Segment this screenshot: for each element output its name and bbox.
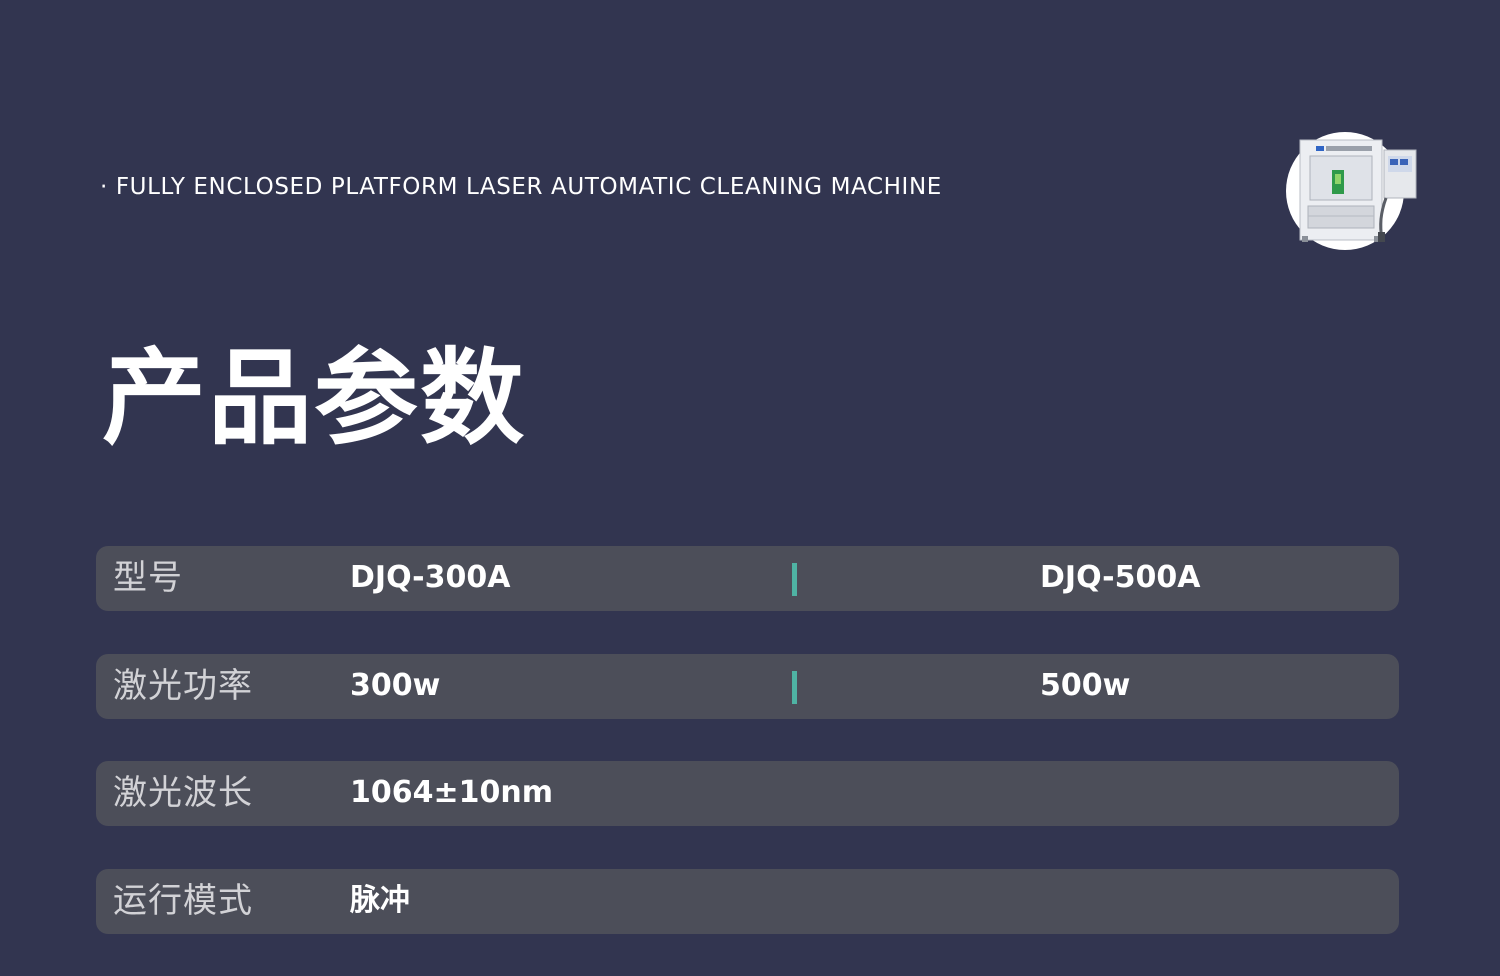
param-value-b: 500w — [1040, 668, 1131, 703]
param-row-operating-mode: 运行模式 脉冲 — [96, 869, 1399, 934]
param-value-a: 1064±10nm — [350, 775, 553, 810]
param-value-a: 300w — [350, 668, 441, 703]
param-row-laser-power: 激光功率 300w 500w — [96, 654, 1399, 719]
param-label: 激光波长 — [113, 773, 253, 813]
param-row-wavelength: 激光波长 1064±10nm — [96, 761, 1399, 826]
param-label: 型号 — [113, 558, 183, 598]
laser-cleaning-machine-image — [1299, 139, 1417, 242]
param-value-a: DJQ-300A — [350, 560, 511, 595]
page-title: 产品参数 — [102, 337, 527, 459]
param-row-model: 型号 DJQ-300A DJQ-500A — [96, 546, 1399, 611]
param-value-b: DJQ-500A — [1040, 560, 1201, 595]
column-divider — [792, 563, 797, 596]
column-divider — [792, 671, 797, 704]
page-subtitle: · FULLY ENCLOSED PLATFORM LASER AUTOMATI… — [100, 174, 942, 200]
product-thumbnail — [1286, 132, 1417, 250]
param-label: 运行模式 — [113, 881, 253, 921]
param-value-a: 脉冲 — [350, 883, 410, 918]
param-label: 激光功率 — [113, 666, 253, 706]
